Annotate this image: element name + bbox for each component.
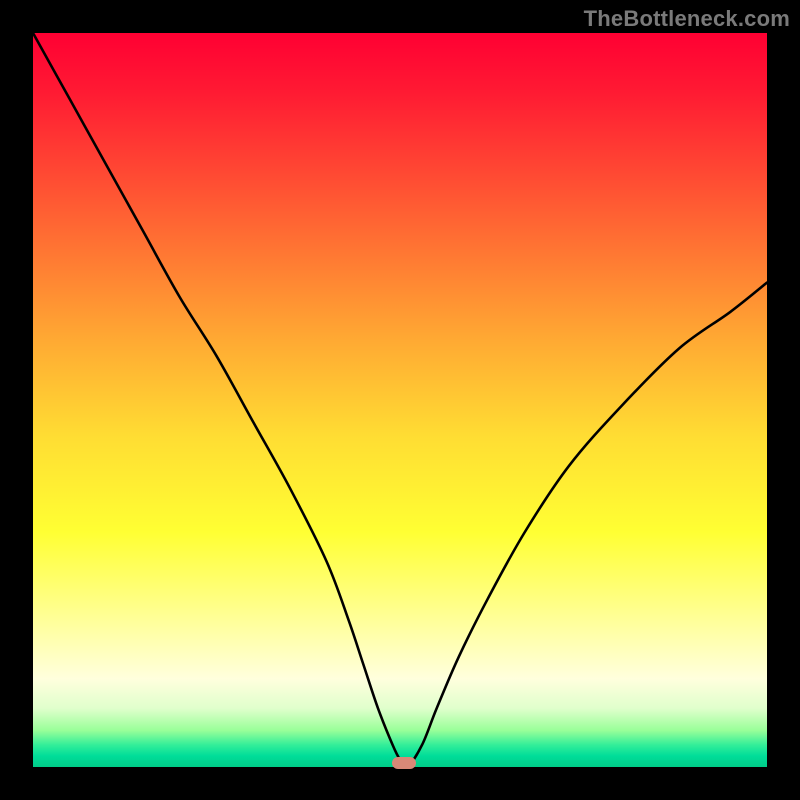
bottleneck-curve	[33, 33, 767, 767]
watermark-text: TheBottleneck.com	[584, 6, 790, 32]
optimal-point-marker	[392, 757, 416, 769]
plot-area	[33, 33, 767, 767]
chart-frame: TheBottleneck.com	[0, 0, 800, 800]
